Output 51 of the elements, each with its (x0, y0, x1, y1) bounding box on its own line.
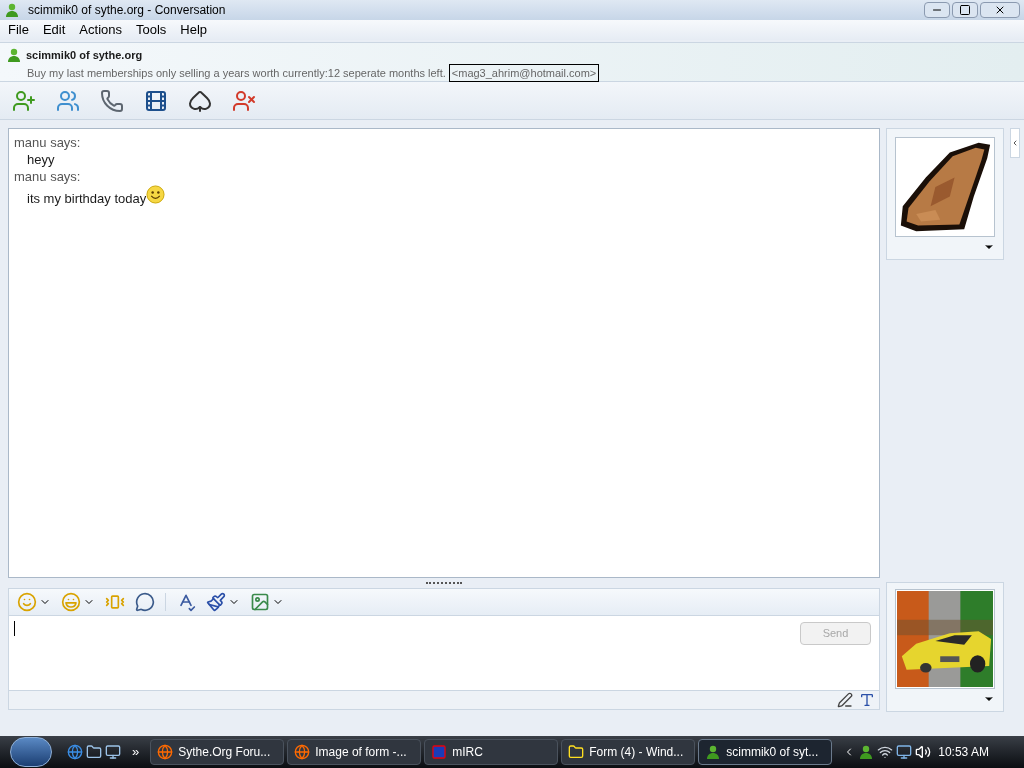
contact-email: <mag3_ahrim@hotmail.com> (448, 63, 600, 82)
menu-item[interactable]: Tools (136, 20, 167, 40)
resize-grip[interactable] (426, 581, 462, 585)
voice-clip-icon[interactable] (135, 592, 155, 612)
buddy-icon (6, 47, 22, 64)
menu-item[interactable]: Help (180, 20, 208, 40)
menu-item[interactable]: Actions (79, 20, 122, 40)
close-icon (994, 4, 1006, 16)
app-icon (431, 744, 448, 760)
globe-icon (294, 744, 311, 760)
maximize-icon (959, 4, 971, 16)
form-icon (568, 744, 585, 760)
menu-item[interactable]: File (8, 20, 29, 40)
overflow-button[interactable]: » (132, 742, 140, 762)
desktop-icon[interactable] (105, 744, 121, 760)
buddy-icon (4, 2, 20, 18)
font-icon[interactable] (859, 692, 875, 708)
film-icon[interactable] (144, 88, 168, 113)
folder-icon[interactable] (86, 744, 102, 760)
menu-item[interactable]: Edit (42, 20, 66, 40)
block-contact-icon[interactable] (232, 88, 256, 113)
taskbar-button[interactable]: Sythe.Org Foru... (150, 739, 285, 765)
taskbar-button[interactable]: Image of form -... (287, 739, 422, 765)
phone-icon[interactable] (100, 88, 124, 113)
status-message: Buy my last memberships only selling a years worth currently:12 seperate months left. (27, 65, 446, 81)
taskbar-button[interactable]: mIRC (424, 739, 559, 765)
add-contact-icon[interactable] (12, 88, 36, 113)
volume-icon[interactable] (915, 744, 932, 760)
maximize-button[interactable] (952, 2, 978, 18)
network-icon[interactable] (877, 744, 894, 760)
taskbar-button[interactable]: Form (4) - Wind... (561, 739, 696, 765)
minimize-button[interactable] (924, 2, 950, 18)
contacts-icon[interactable] (56, 88, 80, 113)
globe-icon (157, 744, 174, 760)
start-button[interactable] (10, 737, 52, 767)
image-icon[interactable] (250, 592, 270, 612)
smiley-icon (146, 185, 166, 204)
contact-name: scimmik0 of sythe.org (26, 48, 143, 63)
message-text: its my birthday today (27, 190, 147, 208)
taskbar-button[interactable]: scimmik0 of syt... (698, 739, 833, 765)
clock: 10:53 AM (938, 744, 989, 761)
message-text: heyy (27, 151, 55, 169)
monitor-icon[interactable] (896, 744, 913, 760)
globe-icon[interactable] (67, 744, 83, 760)
sender-line: manu says: (14, 169, 82, 185)
pen-icon[interactable] (837, 692, 853, 708)
window-title: scimmik0 of sythe.org - Conversation (28, 2, 226, 19)
sender-line: manu says: (14, 135, 82, 151)
buddy-icon (705, 744, 722, 760)
buddy-icon (858, 744, 875, 760)
brush-icon[interactable] (206, 592, 226, 612)
